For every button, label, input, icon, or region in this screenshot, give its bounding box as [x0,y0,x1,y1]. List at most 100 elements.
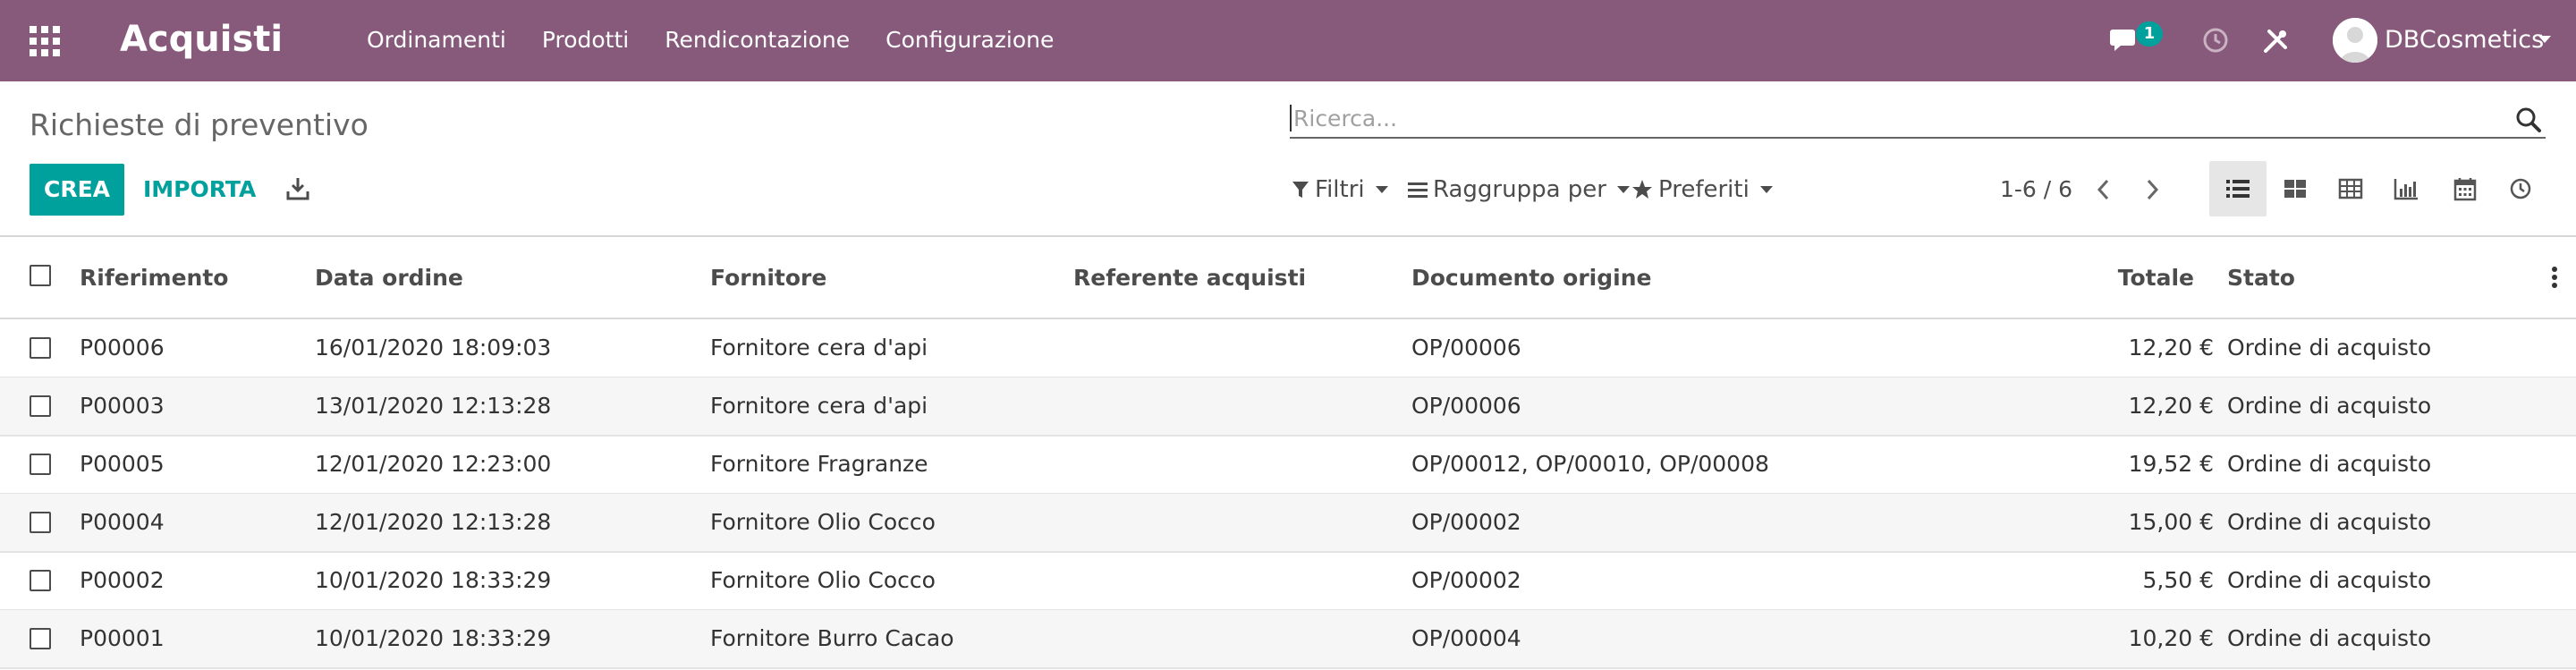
cell-totale: 10,20 € [2128,625,2214,651]
cell-totale: 15,00 € [2128,509,2214,535]
table-row[interactable]: P00003 13/01/2020 12:13:28 Fornitore cer… [0,377,2576,437]
chevron-down-icon [1759,186,1773,193]
breadcrumb: Richieste di preventivo [30,107,369,142]
menu-item-configurazione[interactable]: Configurazione [886,23,1054,57]
search-placeholder: Ricerca... [1293,106,1398,131]
text-cursor [1290,105,1292,131]
cell-riferimento: P00004 [80,509,165,535]
cell-documento-origine: OP/00002 [1411,509,1521,535]
column-header-stato[interactable]: Stato [2227,260,2295,296]
cell-stato: Ordine di acquisto [2227,451,2432,477]
favorites-label: Preferiti [1658,176,1750,203]
user-avatar[interactable] [2333,18,2377,63]
cell-fornitore: Fornitore Olio Cocco [710,567,936,593]
chat-icon[interactable] [2109,27,2140,54]
column-header-fornitore[interactable]: Fornitore [710,260,826,296]
cell-data-ordine: 16/01/2020 18:09:03 [315,335,552,360]
filter-icon [1292,180,1309,199]
list-view-icon [2226,180,2250,198]
select-all-checkbox[interactable] [30,265,51,286]
cell-totale: 12,20 € [2128,335,2214,360]
column-header-documento-origine[interactable]: Documento origine [1411,260,1651,296]
cell-fornitore: Fornitore cera d'api [710,393,928,419]
download-icon[interactable] [284,175,311,202]
cell-stato: Ordine di acquisto [2227,625,2432,651]
column-header-data-ordine[interactable]: Data ordine [315,260,463,296]
app-title[interactable]: Acquisti [120,14,283,64]
chat-count-badge: 1 [2136,21,2163,47]
cell-riferimento: P00005 [80,451,165,477]
cell-data-ordine: 12/01/2020 12:23:00 [315,451,552,477]
cell-riferimento: P00001 [80,625,165,651]
menu-item-rendicontazione[interactable]: Rendicontazione [665,23,850,57]
pager-next-icon[interactable] [2140,175,2165,204]
cell-documento-origine: OP/00006 [1411,335,1521,360]
activity-clock-icon[interactable] [2202,27,2229,54]
menu-item-ordinamenti[interactable]: Ordinamenti [367,23,506,57]
table-row[interactable]: P00004 12/01/2020 12:13:28 Fornitore Oli… [0,494,2576,553]
cell-totale: 12,20 € [2128,393,2214,419]
kanban-view-icon [2284,180,2306,198]
calendar-icon [2453,178,2477,201]
chevron-down-icon[interactable] [2538,36,2551,43]
cell-fornitore: Fornitore Olio Cocco [710,509,936,535]
clock-icon [2510,178,2531,199]
cell-documento-origine: OP/00002 [1411,567,1521,593]
row-checkbox[interactable] [30,628,51,649]
list-view-button[interactable] [2209,161,2267,216]
row-checkbox[interactable] [30,395,51,417]
import-button[interactable]: IMPORTA [143,164,256,216]
row-checkbox[interactable] [30,337,51,359]
row-checkbox[interactable] [30,454,51,475]
cell-riferimento: P00002 [80,567,165,593]
table-row[interactable]: P00006 16/01/2020 18:09:03 Fornitore cer… [0,319,2576,378]
cell-riferimento: P00003 [80,393,165,419]
kanban-view-button[interactable] [2267,161,2324,216]
column-header-totale[interactable]: Totale [2118,260,2194,296]
groupby-dropdown[interactable]: Raggruppa per [1408,174,1630,206]
pager-value[interactable]: 1-6 / 6 [2000,174,2072,206]
optional-columns-icon[interactable] [2551,264,2558,291]
cell-data-ordine: 10/01/2020 18:33:29 [315,625,552,651]
table-row[interactable]: P00001 10/01/2020 18:33:29 Fornitore Bur… [0,610,2576,669]
chevron-down-icon [1617,186,1630,193]
cell-data-ordine: 13/01/2020 12:13:28 [315,393,552,419]
cell-data-ordine: 12/01/2020 12:13:28 [315,509,552,535]
pivot-view-button[interactable] [2322,161,2379,216]
cell-stato: Ordine di acquisto [2227,567,2432,593]
pager-previous-icon[interactable] [2091,175,2116,204]
table-grid-icon [2338,178,2363,199]
row-checkbox[interactable] [30,512,51,533]
menu-item-prodotti[interactable]: Prodotti [542,23,629,57]
chevron-down-icon [1375,186,1388,193]
star-icon [1631,179,1653,200]
search-icon[interactable] [2515,106,2542,133]
search-input[interactable]: Ricerca... [1290,101,2546,139]
column-header-riferimento[interactable]: Riferimento [80,260,228,296]
cell-fornitore: Fornitore Fragranze [710,451,928,477]
table-header: Riferimento Data ordine Fornitore Refere… [0,237,2576,319]
column-header-referente-acquisti[interactable]: Referente acquisti [1073,260,1306,296]
filters-label: Filtri [1315,176,1365,203]
cell-documento-origine: OP/00006 [1411,393,1521,419]
table-row[interactable]: P00002 10/01/2020 18:33:29 Fornitore Oli… [0,552,2576,611]
table-row[interactable]: P00005 12/01/2020 12:23:00 Fornitore Fra… [0,436,2576,495]
row-checkbox[interactable] [30,570,51,591]
main-menu: Ordinamenti Prodotti Rendicontazione Con… [367,23,1089,57]
user-name[interactable]: DBCosmetics [2385,23,2544,57]
create-button[interactable]: CREA [30,164,124,216]
cell-stato: Ordine di acquisto [2227,509,2432,535]
graph-view-button[interactable] [2377,161,2435,216]
cell-fornitore: Fornitore Burro Cacao [710,625,954,651]
activity-view-button[interactable] [2492,161,2549,216]
apps-grid-icon[interactable] [29,25,61,57]
filters-dropdown[interactable]: Filtri [1292,174,1388,206]
calendar-view-button[interactable] [2436,161,2494,216]
cell-documento-origine: OP/00004 [1411,625,1521,651]
cell-stato: Ordine di acquisto [2227,393,2432,419]
cell-stato: Ordine di acquisto [2227,335,2432,360]
favorites-dropdown[interactable]: Preferiti [1631,174,1773,206]
top-navbar: Acquisti Ordinamenti Prodotti Rendiconta… [0,0,2576,81]
list-bars-icon [1408,181,1428,199]
debug-tools-icon[interactable] [2261,27,2290,55]
